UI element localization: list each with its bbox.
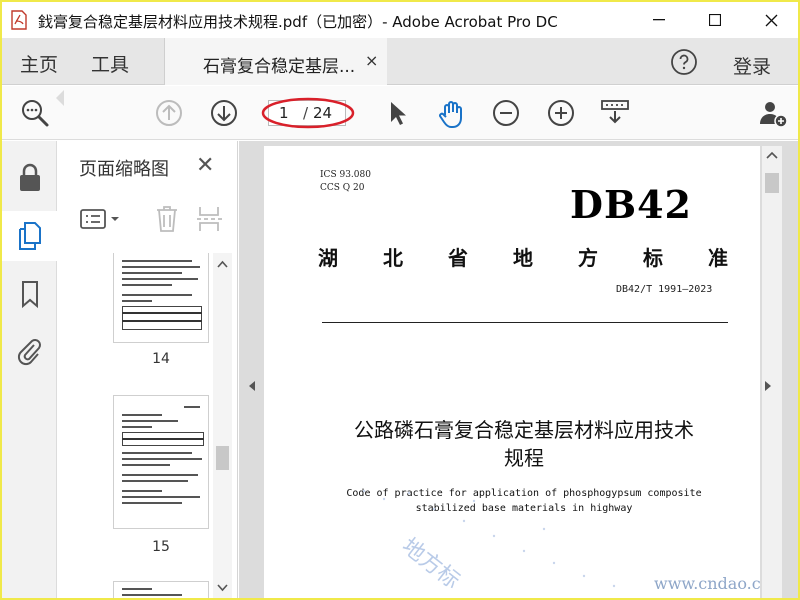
bookmark-icon <box>22 281 38 309</box>
tab-tools[interactable]: 工具 <box>91 50 129 77</box>
maximize-icon <box>709 14 721 26</box>
title-bar: 鈛膏复合稳定基层材料应用技术规程.pdf（已加密）- Adobe Acrobat… <box>2 2 798 38</box>
tab-bar: 主页 工具 石膏复合稳定基层... × 登录 <box>2 38 798 85</box>
paperclip-icon <box>17 339 41 366</box>
arrow-down-circle-icon <box>211 100 237 126</box>
attachments-button[interactable] <box>17 337 43 371</box>
hand-icon <box>439 101 462 128</box>
standard-category: 湖 北 省 地 方 标 准 <box>318 242 728 271</box>
rail-active-pointer <box>56 90 64 106</box>
tab-home[interactable]: 主页 <box>20 50 58 77</box>
watermark-dots <box>362 489 616 588</box>
category-char: 标 <box>643 246 663 270</box>
scrollbar-graphic <box>216 260 229 592</box>
panel-title: 页面缩略图 <box>79 159 169 180</box>
standard-code: DB42 <box>570 182 692 227</box>
category-char: 省 <box>448 246 468 270</box>
header-rule <box>322 322 728 323</box>
red-annotation-ellipse <box>261 97 355 129</box>
add-user-icon <box>760 102 788 128</box>
page-thumbnails-button[interactable] <box>17 221 43 255</box>
plus-circle-icon <box>548 100 574 126</box>
category-char: 准 <box>708 246 728 270</box>
minus-circle-icon <box>493 100 519 126</box>
caret-right-icon <box>765 381 771 391</box>
collapse-right-panel-button[interactable] <box>763 377 773 396</box>
collapse-left-panel-button[interactable] <box>247 377 257 396</box>
options-menu-icon <box>80 209 119 229</box>
bookmarks-button[interactable] <box>17 279 43 313</box>
thumbnails-panel: 页面缩略图 ✕ 14 15 <box>58 141 238 598</box>
chinese-title: 公路磷石膏复合稳定基层材料应用技术 规程 <box>324 416 724 472</box>
search-zoom-icon <box>22 100 49 127</box>
caret-left-icon <box>249 381 255 391</box>
trash-icon <box>157 206 177 232</box>
select-tool-button[interactable] <box>386 98 408 132</box>
search-button[interactable] <box>20 98 52 132</box>
window-title: 鈛膏复合稳定基层材料应用技术规程.pdf（已加密）- Adobe Acrobat… <box>38 13 558 31</box>
app-window: 鈛膏复合稳定基层材料应用技术规程.pdf（已加密）- Adobe Acrobat… <box>2 2 798 598</box>
watermark-site: www.cndao.com <box>654 574 760 593</box>
standard-number: DB42/T 1991—2023 <box>616 284 713 295</box>
ccs-code: CCS Q 20 <box>320 183 365 193</box>
ics-code: ICS 93.080 <box>320 170 371 180</box>
category-char: 方 <box>578 246 598 270</box>
page-split-icon <box>197 207 222 231</box>
document-scrollbar[interactable] <box>762 146 782 598</box>
previous-page-button[interactable] <box>154 98 184 132</box>
close-tab-button[interactable]: × <box>365 51 378 70</box>
next-page-button[interactable] <box>209 98 239 132</box>
scrollbar-graphic <box>765 151 779 193</box>
chinese-title-line: 公路磷石膏复合稳定基层材料应用技术 <box>354 418 694 442</box>
close-icon <box>765 14 777 26</box>
split-page-button[interactable] <box>196 205 222 237</box>
pdf-file-icon <box>10 10 28 30</box>
thumbnail-scrollbar[interactable] <box>213 253 232 598</box>
tab-document[interactable]: 石膏复合稳定基层... × <box>165 38 387 85</box>
keyboard-arrow-down-icon <box>601 100 629 124</box>
hand-tool-button[interactable] <box>436 98 468 134</box>
security-button[interactable] <box>17 163 43 197</box>
close-window-button[interactable] <box>748 6 794 34</box>
lock-icon <box>20 163 40 191</box>
zoom-out-button[interactable] <box>491 98 521 132</box>
close-panel-button[interactable]: ✕ <box>196 153 214 178</box>
delete-page-button[interactable] <box>154 205 180 237</box>
thumbnail-page-15[interactable] <box>113 395 209 529</box>
help-icon <box>671 49 697 75</box>
zoom-in-button[interactable] <box>546 98 576 132</box>
document-view[interactable]: ICS 93.080 CCS Q 20 DB42 湖 北 省 地 方 标 准 D… <box>239 141 798 598</box>
category-char: 北 <box>383 246 403 270</box>
thumbnail-page-number: 15 <box>152 539 170 555</box>
thumbnail-page-14[interactable] <box>113 253 209 343</box>
minimize-icon <box>653 19 665 21</box>
page-display-button[interactable] <box>600 98 632 132</box>
thumbnail-list[interactable]: 14 15 <box>58 253 218 598</box>
pdf-page: ICS 93.080 CCS Q 20 DB42 湖 北 省 地 方 标 准 D… <box>264 146 760 598</box>
thumbnail-page-16[interactable] <box>113 581 209 598</box>
minimize-button[interactable] <box>636 6 682 34</box>
toolbar: 1 / 24 <box>2 86 798 140</box>
help-button[interactable] <box>670 48 698 80</box>
category-char: 湖 <box>318 246 338 270</box>
pointer-arrow-icon <box>391 102 406 125</box>
thumbnail-options-button[interactable] <box>80 207 122 235</box>
panel-toolbar <box>58 195 238 245</box>
chinese-title-line: 规程 <box>504 446 544 470</box>
share-user-button[interactable] <box>757 98 789 134</box>
left-navigation-rail <box>2 141 57 598</box>
maximize-button[interactable] <box>692 6 738 34</box>
category-char: 地 <box>513 246 533 270</box>
copy-pages-icon <box>19 222 41 250</box>
document-tab-label: 石膏复合稳定基层... <box>203 57 356 77</box>
thumbnail-page-number: 14 <box>152 351 170 367</box>
login-button[interactable]: 登录 <box>733 52 771 79</box>
arrow-up-circle-icon <box>156 100 182 126</box>
